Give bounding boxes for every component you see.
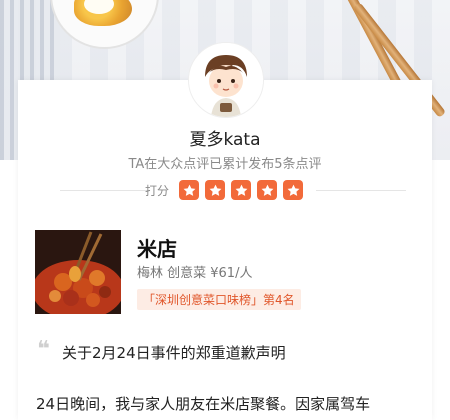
- avatar[interactable]: [188, 42, 264, 118]
- shop-photo[interactable]: [35, 230, 121, 314]
- divider: [60, 190, 150, 191]
- rating-label: 打分: [145, 183, 170, 198]
- star-icon: [257, 180, 278, 200]
- star-icon: [231, 180, 252, 200]
- plate-decoration: [50, 0, 159, 49]
- star-icon: [205, 180, 226, 200]
- rating-row: 打分: [145, 180, 304, 200]
- divider: [316, 190, 406, 191]
- shop-name[interactable]: 米店: [137, 233, 177, 262]
- star-icon: [283, 180, 304, 200]
- quote-icon: ❝: [37, 337, 50, 362]
- review-headline: 关于2月24日事件的郑重道歉声明: [62, 344, 286, 362]
- star-icon: [179, 180, 200, 200]
- rank-badge[interactable]: 「深圳创意菜口味榜」第4名: [137, 289, 301, 310]
- username[interactable]: 夏多kata: [0, 125, 450, 150]
- review-body: 24日晚间，我与家人朋友在米店聚餐。因家属驾车: [36, 395, 371, 413]
- review-count-text: TA在大众点评已累计发布5条点评: [128, 157, 322, 172]
- shop-meta: 梅林 创意菜 ¥61/人: [137, 266, 253, 281]
